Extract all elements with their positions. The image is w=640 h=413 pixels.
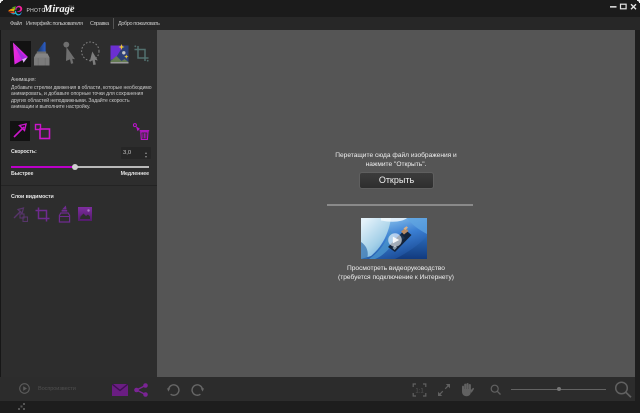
svg-text:1:1: 1:1 [415,388,424,394]
